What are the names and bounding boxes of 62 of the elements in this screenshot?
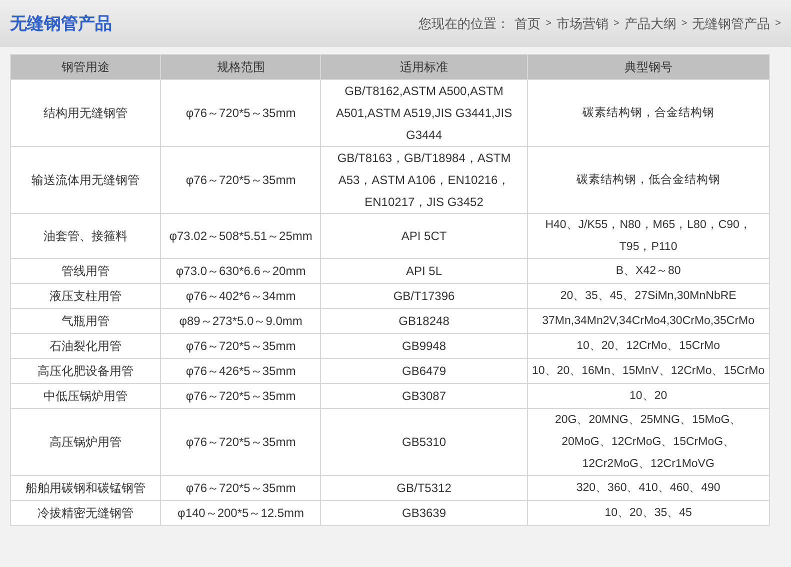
table-cell: 10、20、16Mn、15MnV、12CrMo、15CrMo — [527, 358, 770, 384]
breadcrumb-link[interactable]: 市场营销 — [556, 14, 608, 34]
table-cell: 冷拔精密无缝钢管 — [10, 500, 161, 526]
column-header: 钢管用途 — [10, 54, 161, 80]
table-cell: B、X42～80 — [527, 258, 770, 284]
table-cell: API 5CT — [320, 214, 528, 258]
table-cell: φ76～720*5～35mm — [160, 476, 321, 500]
table-cell: 37Mn,34Mn2V,34CrMo4,30CrMo,35CrMo — [527, 308, 770, 334]
table-cell: φ73.02～508*5.51～25mm — [160, 214, 321, 258]
table-cell: φ76～426*5～35mm — [160, 358, 321, 384]
column-header: 适用标准 — [320, 54, 528, 80]
table-cell: 碳素结构钢，合金结构钢 — [527, 80, 770, 146]
table-cell: GB/T5312 — [320, 476, 528, 500]
page-title: 无缝钢管产品 — [10, 12, 112, 35]
breadcrumb-separator: > — [681, 17, 688, 31]
breadcrumb-separator: > — [775, 17, 781, 31]
table-cell: GB/T8162,ASTM A500,ASTM A501,ASTM A519,JIS G3441,JIS G3444 — [320, 80, 528, 146]
table-cell: φ89～273*5.0～9.0mm — [160, 308, 321, 334]
table-cell: φ76～720*5～35mm — [160, 146, 321, 214]
table-cell: 结构用无缝钢管 — [10, 80, 161, 146]
table-cell: GB/T17396 — [320, 284, 528, 308]
table-cell: 320、360、410、460、490 — [527, 476, 770, 500]
location-label: 您现在的位置： — [418, 14, 510, 33]
table-cell: φ76～720*5～35mm — [160, 384, 321, 408]
column-header: 典型钢号 — [527, 54, 770, 80]
table-cell: 碳素结构钢，低合金结构钢 — [527, 146, 770, 214]
table-cell: API 5L — [320, 258, 528, 284]
table-cell: 10、20、12CrMo、15CrMo — [527, 334, 770, 358]
table-cell: φ76～720*5～35mm — [160, 334, 321, 358]
table-cell: GB9948 — [320, 334, 528, 358]
table-cell: 20、35、45、27SiMn,30MnNbRE — [527, 284, 770, 308]
table-cell: 液压支柱用管 — [10, 284, 161, 308]
table-cell: GB5310 — [320, 408, 528, 476]
table-cell: 石油裂化用管 — [10, 334, 161, 358]
table-cell: φ76～402*6～34mm — [160, 284, 321, 308]
breadcrumb-separator: > — [546, 17, 552, 31]
table-cell: 管线用管 — [10, 258, 161, 284]
table-cell: GB3087 — [320, 384, 528, 408]
table-cell: 20G、20MNG、25MNG、15MoG、20MoG、12CrMoG、15CrMoG、12Cr2MoG、12Cr1MoVG — [527, 408, 770, 476]
breadcrumb-separator: > — [613, 17, 620, 31]
table-cell: φ73.0～630*6.6～20mm — [160, 258, 321, 284]
table-cell: GB/T8163，GB/T18984，ASTM A53，ASTM A106，EN10216，EN10217，JIS G3452 — [320, 146, 528, 214]
table-cell: φ76～720*5～35mm — [160, 80, 321, 146]
table-cell: 10、20 — [527, 384, 770, 408]
table-cell: 高压化肥设备用管 — [10, 358, 161, 384]
breadcrumb-link[interactable]: 首页 — [514, 14, 541, 34]
table-cell: φ76～720*5～35mm — [160, 408, 321, 476]
table-cell: 气瓶用管 — [10, 308, 161, 334]
table-cell: φ140～200*5～12.5mm — [160, 500, 321, 526]
table-cell: 船舶用碳钢和碳锰钢管 — [10, 476, 161, 500]
table-cell: 输送流体用无缝钢管 — [10, 146, 161, 214]
column-header: 规格范围 — [160, 54, 321, 80]
table-cell: 高压锅炉用管 — [10, 408, 161, 476]
table-cell: 中低压锅炉用管 — [10, 384, 161, 408]
table-cell: 油套管、接箍料 — [10, 214, 161, 258]
breadcrumb-link[interactable]: 产品大纲 — [624, 14, 676, 34]
table-cell: GB18248 — [320, 308, 528, 334]
table-cell: GB6479 — [320, 358, 528, 384]
table-cell: GB3639 — [320, 500, 528, 526]
breadcrumb-link[interactable]: 无缝钢管产品 — [692, 14, 770, 34]
table-cell: H40、J/K55，N80，M65，L80，C90，T95，P110 — [527, 214, 770, 258]
table-cell: 10、20、35、45 — [527, 500, 770, 526]
